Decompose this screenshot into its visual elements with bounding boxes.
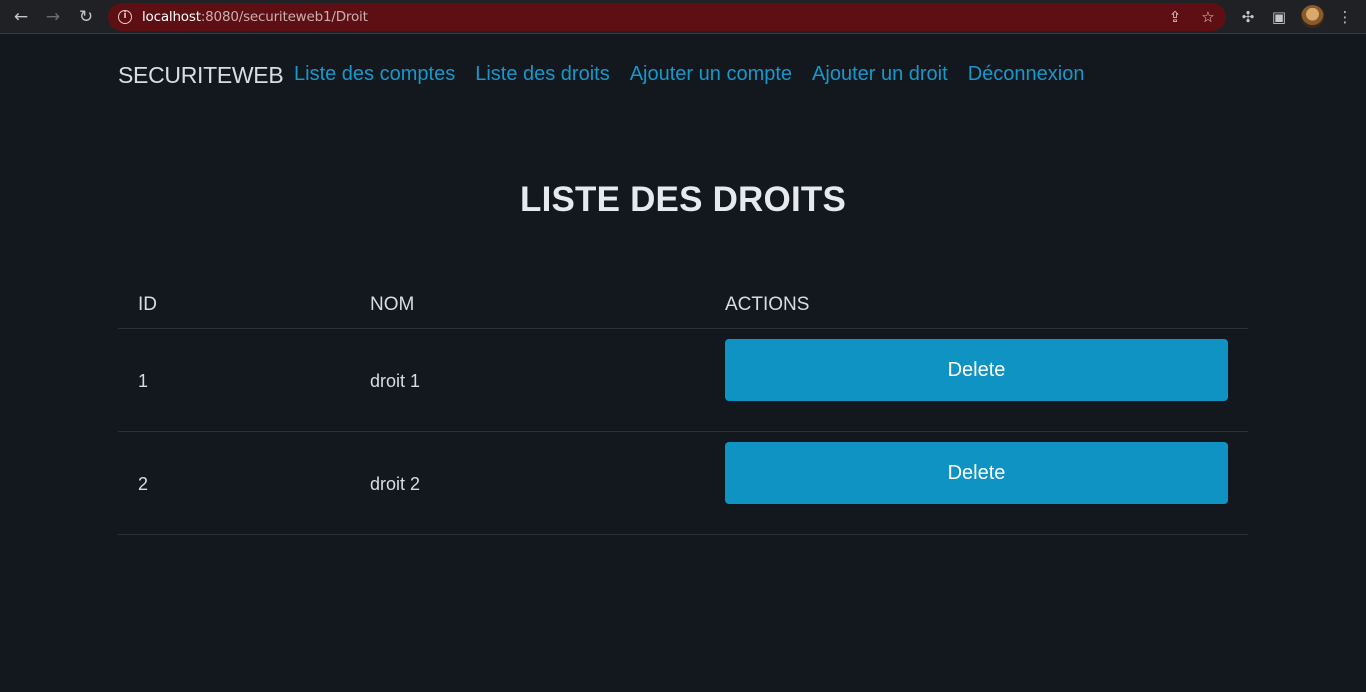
nav-link-ajouter-compte[interactable]: Ajouter un compte <box>630 63 792 86</box>
cell-nom: droit 2 <box>370 474 421 494</box>
droits-table: ID NOM ACTIONS 1 droit 1 Delete 2 droit … <box>118 280 1248 535</box>
column-header-nom: NOM <box>370 294 415 315</box>
table-header: ID NOM ACTIONS <box>118 280 1248 329</box>
delete-button[interactable]: Delete <box>725 339 1228 401</box>
forward-arrow-icon[interactable]: → <box>42 6 64 28</box>
cell-nom: droit 1 <box>370 371 421 391</box>
share-icon[interactable]: ⇪ <box>1165 7 1185 27</box>
side-panel-icon[interactable]: ▣ <box>1268 6 1290 28</box>
url-text[interactable]: localhost:8080/securiteweb1/Droit <box>142 9 368 25</box>
profile-avatar[interactable] <box>1301 5 1324 28</box>
column-header-actions: ACTIONS <box>725 294 810 315</box>
address-bar[interactable]: i localhost:8080/securiteweb1/Droit ⇪ ☆ <box>108 3 1226 31</box>
nav-link-liste-droits[interactable]: Liste des droits <box>475 63 610 86</box>
site-info-icon[interactable]: i <box>118 10 132 24</box>
menu-kebab-icon[interactable]: ⋮ <box>1334 6 1356 28</box>
reload-icon[interactable]: ↻ <box>75 6 97 28</box>
browser-toolbar: ← → ↻ i localhost:8080/securiteweb1/Droi… <box>0 0 1366 34</box>
extensions-puzzle-icon[interactable]: ✣ <box>1237 6 1259 28</box>
nav-link-ajouter-droit[interactable]: Ajouter un droit <box>812 63 948 86</box>
nav-link-deconnexion[interactable]: Déconnexion <box>968 63 1085 86</box>
table-row: 2 droit 2 Delete <box>118 432 1248 535</box>
back-arrow-icon[interactable]: ← <box>10 6 32 28</box>
column-header-id: ID <box>138 294 157 315</box>
brand-logo[interactable]: SECURITEWEB <box>118 62 284 89</box>
main-nav: Liste des comptes Liste des droits Ajout… <box>294 63 1084 86</box>
bookmark-star-icon[interactable]: ☆ <box>1198 7 1218 27</box>
nav-link-liste-comptes[interactable]: Liste des comptes <box>294 63 455 86</box>
table-row: 1 droit 1 Delete <box>118 329 1248 432</box>
cell-id: 2 <box>138 474 149 494</box>
page-title: LISTE DES DROITS <box>519 180 846 219</box>
delete-button[interactable]: Delete <box>725 442 1228 504</box>
cell-id: 1 <box>138 371 149 391</box>
